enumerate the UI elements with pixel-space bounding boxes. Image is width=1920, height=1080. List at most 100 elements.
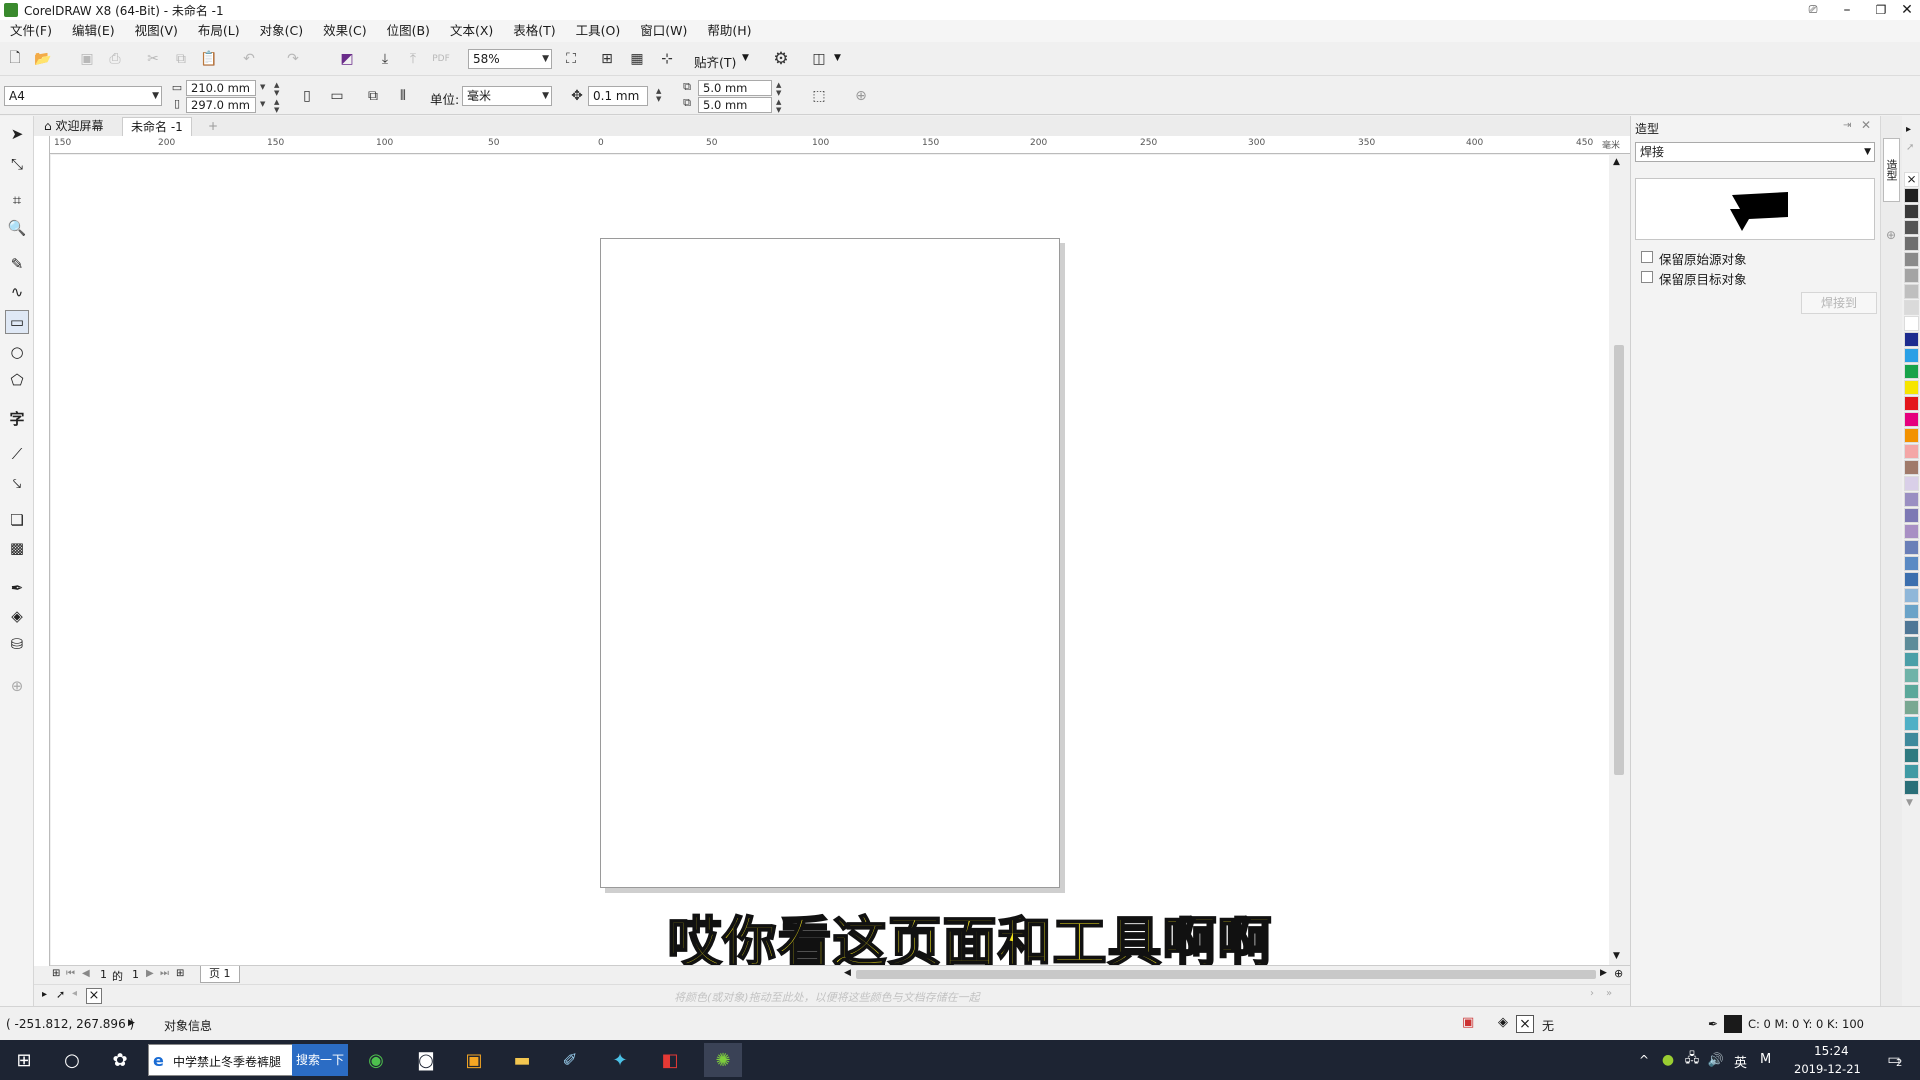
- next-page-icon[interactable]: ▶: [146, 968, 154, 979]
- full-screen-icon[interactable]: ⛶: [560, 48, 582, 70]
- color-swatch[interactable]: [1904, 284, 1919, 299]
- palette-scroll-right-icon[interactable]: ›: [1590, 988, 1594, 999]
- add-page-after-icon[interactable]: ⊞: [176, 968, 184, 979]
- minimize-button[interactable]: –: [1830, 0, 1864, 20]
- text-tool-icon[interactable]: 字: [5, 406, 29, 430]
- coreldraw-taskbar-icon[interactable]: ✺: [704, 1043, 742, 1077]
- freehand-tool-icon[interactable]: ✎: [5, 252, 29, 276]
- ime-language[interactable]: 英: [1734, 1052, 1747, 1071]
- menu-object[interactable]: 对象(C): [250, 20, 313, 42]
- vertical-scroll-thumb[interactable]: [1614, 345, 1624, 775]
- height-spin-icon[interactable]: ▼: [260, 100, 265, 108]
- volume-icon[interactable]: 🔊: [1702, 1046, 1730, 1074]
- color-swatch[interactable]: [1904, 588, 1919, 603]
- zoom-tool-icon[interactable]: 🔍: [5, 216, 29, 240]
- rectangle-tool-icon[interactable]: ▭: [5, 310, 29, 334]
- menu-text[interactable]: 文本(X): [440, 20, 503, 42]
- edit-bleed-icon[interactable]: ⬚: [808, 85, 830, 107]
- new-document-icon[interactable]: 🗋: [4, 48, 26, 70]
- media-app-icon[interactable]: ▣: [460, 1046, 488, 1074]
- nudge-stepper-icon[interactable]: ▲ ▼: [656, 87, 661, 103]
- shaping-mode-select[interactable]: 焊接 ▼: [1635, 142, 1875, 162]
- page-size-select[interactable]: A4 ▼: [4, 86, 162, 106]
- color-swatch[interactable]: [1904, 332, 1919, 347]
- menu-edit[interactable]: 编辑(E): [62, 20, 125, 42]
- status-expand-icon[interactable]: ▶: [128, 1018, 135, 1028]
- ime-mode[interactable]: M: [1760, 1052, 1771, 1067]
- color-swatch[interactable]: [1904, 604, 1919, 619]
- search-button[interactable]: 搜索一下: [292, 1044, 348, 1076]
- color-swatch[interactable]: [1904, 252, 1919, 267]
- save-icon[interactable]: ▣: [76, 48, 98, 70]
- menu-layout[interactable]: 布局(L): [188, 20, 250, 42]
- scroll-down-icon[interactable]: ▼: [1613, 951, 1620, 961]
- add-docker-icon[interactable]: ⊕: [1886, 228, 1896, 242]
- color-swatch[interactable]: [1904, 508, 1919, 523]
- color-swatch[interactable]: [1904, 204, 1919, 219]
- export-icon[interactable]: ⤒: [402, 48, 424, 70]
- search-content-icon[interactable]: ◩: [336, 48, 358, 70]
- color-swatch[interactable]: [1904, 668, 1919, 683]
- duplicate-distance-y-field[interactable]: 5.0 mm: [698, 97, 772, 113]
- color-swatch[interactable]: [1904, 444, 1919, 459]
- app-launcher-icon[interactable]: ◫: [808, 48, 830, 70]
- clock-date[interactable]: 2019-12-21: [1794, 1062, 1861, 1076]
- vertical-ruler[interactable]: [34, 136, 50, 966]
- width-spin-icon[interactable]: ▼: [260, 83, 265, 91]
- task-view-icon[interactable]: ✿: [106, 1046, 134, 1074]
- horizontal-scroll-thumb[interactable]: [856, 970, 1596, 979]
- print-icon[interactable]: ⎙: [104, 48, 126, 70]
- polygon-tool-icon[interactable]: ⬠: [5, 368, 29, 392]
- windows-start-icon[interactable]: ⊞: [10, 1046, 38, 1074]
- color-swatch[interactable]: [1904, 572, 1919, 587]
- no-color-swatch[interactable]: ⨯: [86, 988, 102, 1004]
- open-icon[interactable]: 📂: [32, 48, 54, 70]
- color-swatch[interactable]: [1904, 716, 1919, 731]
- menu-tools[interactable]: 工具(O): [566, 20, 631, 42]
- menu-bitmaps[interactable]: 位图(B): [377, 20, 440, 42]
- profile-icon[interactable]: ⎚: [1796, 0, 1830, 20]
- color-swatch[interactable]: [1904, 780, 1919, 795]
- pick-tool-icon[interactable]: ➤: [5, 122, 29, 146]
- menu-view[interactable]: 视图(V): [125, 20, 188, 42]
- menu-table[interactable]: 表格(T): [503, 20, 565, 42]
- docker-close-icon[interactable]: ✕: [1861, 118, 1871, 132]
- outline-color-swatch[interactable]: [1724, 1015, 1742, 1033]
- interactive-fill-tool-icon[interactable]: ◈: [5, 604, 29, 628]
- palette-expand-icon[interactable]: »: [1606, 988, 1612, 999]
- menu-file[interactable]: 文件(F): [0, 20, 62, 42]
- color-swatch[interactable]: [1904, 748, 1919, 763]
- page-width-field[interactable]: 210.0 mm: [186, 80, 256, 96]
- import-icon[interactable]: ⤓: [374, 48, 396, 70]
- transparency-tool-icon[interactable]: ▩: [5, 536, 29, 560]
- shape-tool-icon[interactable]: ⤡: [5, 152, 29, 176]
- scroll-up-icon[interactable]: ▲: [1613, 157, 1620, 167]
- color-swatch[interactable]: [1904, 316, 1919, 331]
- menu-window[interactable]: 窗口(W): [630, 20, 697, 42]
- color-swatch[interactable]: [1904, 300, 1919, 315]
- menu-help[interactable]: 帮助(H): [697, 20, 761, 42]
- nudge-distance-field[interactable]: 0.1 mm: [588, 86, 648, 106]
- document-page[interactable]: [600, 238, 1060, 888]
- no-fill-swatch[interactable]: ⨯: [1904, 172, 1919, 187]
- zoom-navigator-icon[interactable]: ⊕: [1614, 967, 1623, 980]
- add-page-icon[interactable]: ⊞: [52, 968, 60, 979]
- duplicate-distance-x-field[interactable]: 5.0 mm: [698, 80, 772, 96]
- ellipse-tool-icon[interactable]: ○: [5, 340, 29, 364]
- color-swatch[interactable]: [1904, 700, 1919, 715]
- add-icon[interactable]: ⊕: [850, 85, 872, 107]
- show-guidelines-icon[interactable]: ⊹: [656, 48, 678, 70]
- drop-shadow-tool-icon[interactable]: ❏: [5, 508, 29, 532]
- palette-eyedropper-icon[interactable]: ➚: [1906, 142, 1914, 153]
- palette-flyout-icon[interactable]: ▸: [1906, 124, 1911, 135]
- browser-360-icon[interactable]: ◉: [362, 1046, 390, 1074]
- color-swatch[interactable]: [1904, 220, 1919, 235]
- color-swatch[interactable]: [1904, 460, 1919, 475]
- current-page-icon[interactable]: ⫴: [392, 85, 414, 107]
- page-tab[interactable]: 页 1: [200, 966, 240, 983]
- color-swatch[interactable]: [1904, 684, 1919, 699]
- smart-fill-tool-icon[interactable]: ⛁: [5, 632, 29, 656]
- paste-icon[interactable]: 📋: [198, 48, 220, 70]
- clock-time[interactable]: 15:24: [1814, 1044, 1849, 1058]
- color-swatch[interactable]: [1904, 524, 1919, 539]
